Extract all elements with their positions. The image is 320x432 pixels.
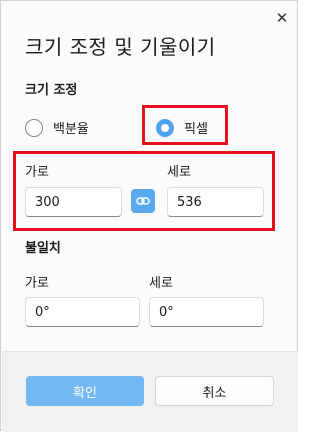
cancel-button[interactable]: 취소 <box>155 376 274 406</box>
aspect-link-button[interactable] <box>131 189 155 213</box>
radio-pixels-label: 픽셀 <box>184 122 208 137</box>
skew-vertical-label: 세로 <box>149 276 173 291</box>
height-label: 세로 <box>167 165 191 180</box>
resize-skew-dialog: ✕ 크기 조정 및 기울이기 크기 조정 백분율 픽셀 가로 세로 300 53… <box>0 0 298 432</box>
radio-percentage-circle[interactable] <box>25 118 43 137</box>
skew-vertical-input[interactable]: 0° <box>149 297 264 327</box>
radio-pixels[interactable]: 픽셀 <box>156 118 208 137</box>
skew-horizontal-label: 가로 <box>25 276 49 291</box>
skew-horizontal-input[interactable]: 0° <box>25 297 140 327</box>
width-input[interactable]: 300 <box>25 187 122 217</box>
dialog-footer: 확인 취소 <box>2 351 298 432</box>
radio-percentage-label: 백분율 <box>53 122 89 137</box>
link-icon <box>136 197 150 205</box>
close-icon: ✕ <box>275 9 289 27</box>
close-button[interactable]: ✕ <box>271 7 293 29</box>
height-input[interactable]: 536 <box>167 187 264 217</box>
width-label: 가로 <box>25 165 49 180</box>
radio-pixels-circle[interactable] <box>156 118 174 137</box>
confirm-button[interactable]: 확인 <box>26 376 144 406</box>
resize-section-label: 크기 조정 <box>25 83 78 98</box>
radio-percentage[interactable]: 백분율 <box>25 118 89 137</box>
skew-section-label: 불일치 <box>25 241 61 256</box>
dialog-title: 크기 조정 및 기울이기 <box>25 35 216 59</box>
